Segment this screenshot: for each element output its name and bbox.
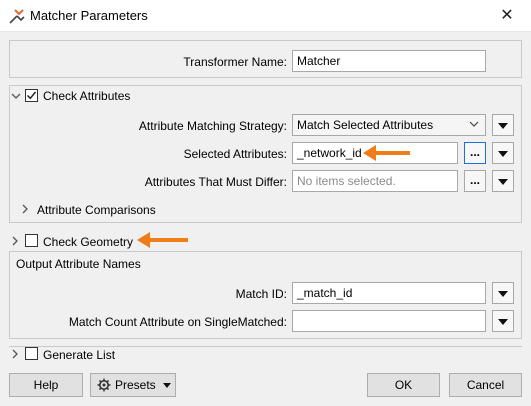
title-bar: Matcher Parameters ✕ [0, 0, 531, 32]
differ-attributes-input[interactable]: No items selected. [292, 170, 458, 192]
check-attributes-label: Check Attributes [43, 89, 131, 103]
dropdown-arrow-icon [498, 151, 508, 157]
generate-list-label: Generate List [43, 348, 116, 362]
chevron-right-icon[interactable] [10, 236, 20, 246]
chevron-right-icon[interactable] [10, 349, 20, 359]
cancel-button[interactable]: Cancel [449, 373, 522, 397]
differ-attributes-browse-button[interactable]: ... [464, 170, 486, 192]
check-attributes-checkbox[interactable] [25, 89, 38, 102]
strategy-label: Attribute Matching Strategy: [138, 119, 287, 133]
selected-attributes-dropdown-button[interactable] [492, 142, 514, 164]
check-geometry-label: Check Geometry [43, 235, 134, 249]
match-id-label: Match ID: [235, 287, 287, 301]
differ-attributes-dropdown-button[interactable] [492, 170, 514, 192]
dropdown-arrow-icon [498, 319, 508, 325]
match-count-label: Match Count Attribute on SingleMatched: [68, 315, 287, 329]
presets-button[interactable]: Presets [90, 373, 176, 397]
arrow-icon [363, 145, 410, 161]
transformer-name-input[interactable]: Matcher [292, 50, 486, 72]
match-count-dropdown-button[interactable] [492, 310, 514, 332]
chevron-right-icon[interactable] [20, 204, 30, 214]
strategy-dropdown-button[interactable] [492, 114, 514, 136]
attribute-comparisons-label[interactable]: Attribute Comparisons [37, 203, 156, 217]
strategy-select[interactable]: Match Selected Attributes [292, 114, 486, 136]
selected-attributes-label: Selected Attributes: [183, 147, 287, 161]
arrow-icon [137, 232, 188, 248]
generate-list-divider [9, 346, 522, 347]
dropdown-arrow-icon [498, 291, 508, 297]
transformer-name-label: Transformer Name: [183, 55, 287, 69]
close-icon[interactable]: ✕ [496, 6, 518, 26]
dropdown-arrow-icon [498, 179, 508, 185]
dropdown-arrow-icon [498, 123, 508, 129]
window-title: Matcher Parameters [30, 8, 148, 23]
output-attributes-heading: Output Attribute Names [16, 257, 141, 271]
check-geometry-checkbox[interactable] [25, 234, 38, 247]
strategy-value: Match Selected Attributes [297, 118, 434, 132]
dropdown-arrow-icon [163, 383, 171, 388]
ok-button[interactable]: OK [367, 373, 440, 397]
match-count-input[interactable] [292, 310, 486, 332]
generate-list-checkbox[interactable] [25, 347, 38, 360]
differ-attributes-label: Attributes That Must Differ: [144, 175, 287, 189]
match-id-dropdown-button[interactable] [492, 282, 514, 304]
app-icon [9, 9, 25, 24]
dialog-body: Transformer Name: Matcher Check Attribut… [0, 32, 531, 406]
help-button[interactable]: Help [9, 373, 83, 397]
match-id-input[interactable]: _match_id [292, 282, 486, 304]
gear-icon [97, 378, 111, 392]
chevron-down-icon [469, 121, 479, 127]
selected-attributes-browse-button[interactable]: ... [464, 142, 486, 164]
checkbox-icon [26, 91, 37, 100]
presets-label: Presets [115, 378, 156, 392]
chevron-down-icon[interactable] [11, 91, 21, 101]
